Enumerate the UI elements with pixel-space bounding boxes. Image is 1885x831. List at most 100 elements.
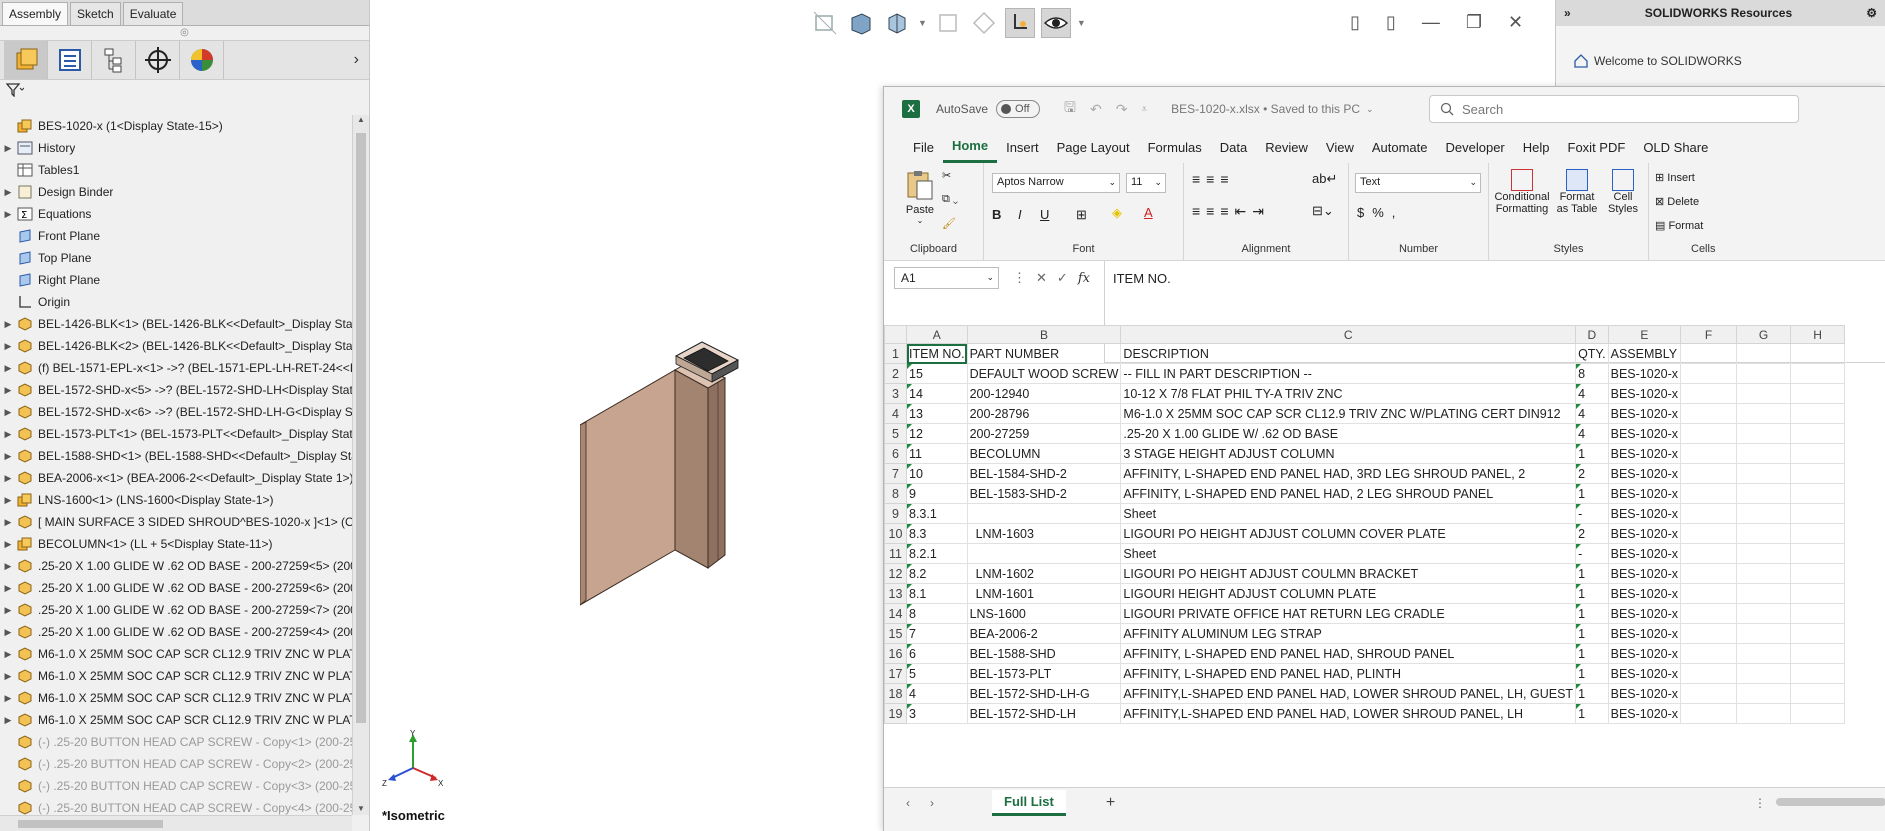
italic-button[interactable]: I — [1018, 207, 1022, 222]
cell[interactable] — [1680, 603, 1738, 624]
tree-item[interactable]: ▶ BEL-1573-PLT<1> (BEL-1573-PLT<<Default>… — [0, 423, 352, 445]
cell[interactable]: 8.3.1 — [906, 503, 968, 524]
cell[interactable] — [1680, 443, 1738, 464]
cell[interactable] — [1736, 423, 1792, 444]
propertymanager-tab-button[interactable] — [48, 41, 92, 79]
format-cells-button[interactable]: ▤ Format — [1655, 219, 1703, 232]
cell[interactable]: 12 — [906, 423, 968, 444]
tab-page-layout[interactable]: Page Layout — [1048, 131, 1139, 163]
cell[interactable]: 2 — [1575, 523, 1609, 544]
cell[interactable] — [1736, 483, 1792, 504]
sheet-tab-full-list[interactable]: Full List — [992, 789, 1066, 816]
cell[interactable]: 9 — [906, 483, 968, 504]
cell[interactable] — [1680, 563, 1738, 584]
cell[interactable] — [1790, 563, 1846, 584]
expand-arrow-icon[interactable]: ▶ — [0, 473, 16, 484]
cell[interactable]: BES-1020-x — [1607, 483, 1682, 504]
cell[interactable] — [1680, 683, 1738, 704]
cell[interactable]: BEA-2006-2 — [966, 623, 1122, 644]
tree-item[interactable]: ▶ BECOLUMN<1> (LL + 5<Display State-11>) — [0, 533, 352, 555]
expand-arrow-icon[interactable]: ▶ — [0, 187, 16, 198]
dimxpert-tab-button[interactable] — [136, 41, 180, 79]
row-header[interactable]: 19 — [884, 703, 907, 724]
chevron-down-icon[interactable]: ▼ — [918, 18, 927, 28]
gear-icon[interactable]: ⚙ — [1866, 6, 1877, 20]
cell[interactable] — [1736, 443, 1792, 464]
tree-item[interactable]: ▶ BEL-1572-SHD-x<5> ->? (BEL-1572-SHD-LH<… — [0, 379, 352, 401]
cell[interactable]: 15 — [906, 363, 968, 384]
scrollbar-thumb[interactable] — [356, 133, 366, 723]
cell[interactable]: 1 — [1575, 663, 1609, 684]
cell[interactable]: AFFINITY, L-SHAPED END PANEL HAD, 2 LEG … — [1120, 483, 1577, 504]
undo-icon[interactable]: ↶ — [1090, 101, 1102, 118]
vertical-align-buttons[interactable]: ≡≡≡ — [1192, 171, 1235, 187]
row-header[interactable]: 10 — [884, 523, 907, 544]
font-color-button[interactable]: A — [1144, 205, 1153, 220]
search-box[interactable]: Search — [1429, 95, 1799, 123]
cell[interactable]: Sheet — [1120, 543, 1577, 564]
tree-item[interactable]: ▶ BEL-1588-SHD<1> (BEL-1588-SHD<<Default>… — [0, 445, 352, 467]
cell[interactable]: 1 — [1575, 643, 1609, 664]
redo-icon[interactable]: ↷ — [1116, 101, 1128, 118]
conditional-formatting-button[interactable]: Conditional Formatting — [1493, 169, 1551, 215]
cell[interactable]: 6 — [906, 643, 968, 664]
apply-scene-button[interactable] — [1040, 8, 1071, 38]
cell[interactable] — [1790, 583, 1846, 604]
expand-arrow-icon[interactable]: ▶ — [0, 627, 16, 638]
cell[interactable]: Sheet — [1120, 503, 1577, 524]
tree-item[interactable]: ▶ BEL-1572-SHD-x<6> ->? (BEL-1572-SHD-LH-… — [0, 401, 352, 423]
tree-item[interactable]: ▶ .25-20 X 1.00 GLIDE W .62 OD BASE - 200… — [0, 599, 352, 621]
cell[interactable] — [1680, 623, 1738, 644]
cell[interactable]: BES-1020-x — [1607, 443, 1682, 464]
cell[interactable] — [1680, 643, 1738, 664]
tree-item[interactable]: (-) .25-20 BUTTON HEAD CAP SCREW - Copy<… — [0, 775, 352, 797]
tree-item[interactable]: ▶ M6-1.0 X 25MM SOC CAP SCR CL12.9 TRIV Z… — [0, 643, 352, 665]
cell[interactable]: LNM-1601 — [966, 583, 1122, 604]
tab-home[interactable]: Home — [942, 131, 998, 163]
tab-insert[interactable]: Insert — [997, 131, 1048, 163]
assembly-3d-model[interactable] — [580, 340, 790, 610]
cell[interactable]: 2 — [1575, 463, 1609, 484]
tab-file[interactable]: File — [904, 131, 943, 163]
borders-button[interactable]: ⊞ — [1076, 207, 1087, 223]
row-header[interactable]: 18 — [884, 683, 907, 704]
cell[interactable]: LNM-1603 — [966, 523, 1122, 544]
cell[interactable]: AFFINITY,L-SHAPED END PANEL HAD, LOWER S… — [1120, 683, 1577, 704]
row-header[interactable]: 6 — [884, 443, 907, 464]
tab-review[interactable]: Review — [1256, 131, 1317, 163]
chevron-down-icon[interactable]: ▼ — [1077, 18, 1086, 28]
underline-button[interactable]: U — [1040, 207, 1049, 222]
row-header[interactable]: 7 — [884, 463, 907, 484]
cell[interactable] — [1790, 643, 1846, 664]
cell[interactable]: 1 — [1575, 483, 1609, 504]
cell[interactable] — [1680, 583, 1738, 604]
expand-arrow-icon[interactable]: ▶ — [0, 451, 16, 462]
cell[interactable]: 8 — [906, 603, 968, 624]
font-name-select[interactable]: Aptos Narrow ⌄ — [992, 173, 1120, 193]
cell[interactable]: ASSEMBLY — [1607, 343, 1682, 364]
panel-grip[interactable]: ◎ — [0, 26, 369, 40]
tree-item[interactable]: Top Plane — [0, 247, 352, 269]
cell[interactable] — [1790, 463, 1846, 484]
tree-item[interactable]: ▶ [ MAIN SURFACE 3 SIDED SHROUD^BES-1020-… — [0, 511, 352, 533]
tree-item[interactable]: ▶ .25-20 X 1.00 GLIDE W .62 OD BASE - 200… — [0, 555, 352, 577]
tree-item[interactable]: ▶ BEL-1426-BLK<2> (BEL-1426-BLK<<Default>… — [0, 335, 352, 357]
expand-arrow-icon[interactable]: ▶ — [0, 605, 16, 616]
tab-view[interactable]: View — [1317, 131, 1363, 163]
save-icon[interactable]: 🖫 — [1064, 97, 1076, 121]
tree-item[interactable]: (-) .25-20 BUTTON HEAD CAP SCREW - Copy<… — [0, 797, 352, 815]
wrap-text-button[interactable]: ab↵ — [1312, 171, 1337, 187]
worksheet-table[interactable]: A B C D E F G H 1 ITEM NO. PART NUMBER DESCRIPTION Q… — [884, 325, 1846, 724]
row-header[interactable]: 17 — [884, 663, 907, 684]
expand-arrow-icon[interactable]: ▶ — [0, 517, 16, 528]
hide-show-items-button[interactable] — [969, 8, 999, 38]
cell[interactable]: AFFINITY,L-SHAPED END PANEL HAD, LOWER S… — [1120, 703, 1577, 724]
cell[interactable]: 1 — [1575, 623, 1609, 644]
cell[interactable] — [1790, 503, 1846, 524]
column-header[interactable]: C — [1120, 325, 1577, 344]
cell[interactable]: 10-12 X 7/8 FLAT PHIL TY-A TRIV ZNC — [1120, 383, 1577, 404]
cell[interactable] — [1790, 663, 1846, 684]
cell[interactable] — [1680, 403, 1738, 424]
cell[interactable]: - — [1575, 543, 1609, 564]
expand-arrow-icon[interactable]: ▶ — [0, 341, 16, 352]
